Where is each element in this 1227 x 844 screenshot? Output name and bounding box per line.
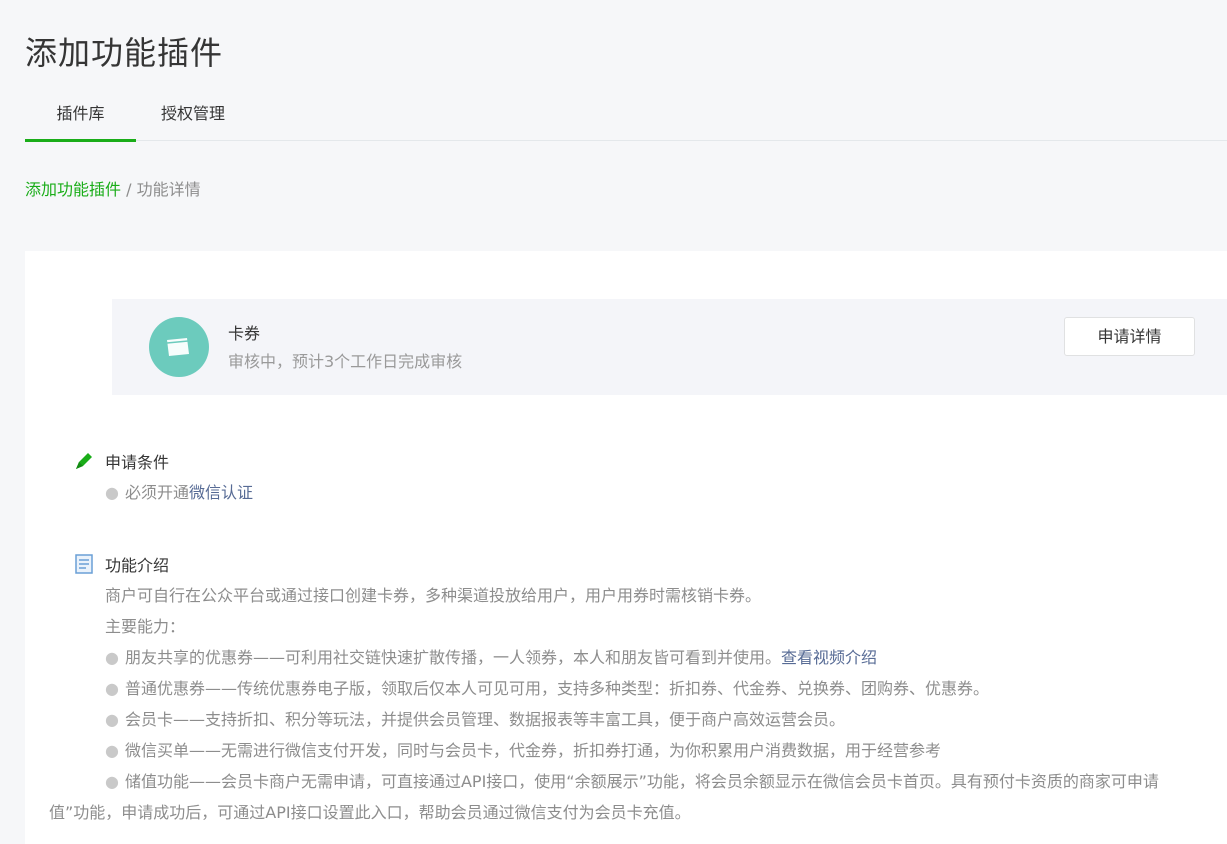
capabilities-label: 主要能力： [105,617,186,636]
conditions-title: 申请条件 [105,453,170,472]
plugin-status: 审核中，预计3个工作日完成审核 [228,352,463,371]
list-item-text: 朋友共享的优惠券——可利用社交链快速扩散传播，一人领券，本人和朋友皆可看到并使用… [124,648,781,667]
card-icon [149,317,209,377]
list-item-text: 会员卡——支持折扣、积分等玩法，并提供会员管理、数据报表等丰富工具，便于商户高效… [124,710,845,729]
bullet: ● [105,741,119,760]
condition-item: ● 必须开通微信认证 [73,477,253,508]
document-icon [73,553,95,575]
tab-bar: 插件库 授权管理 [25,92,1227,142]
list-item: ● 会员卡——支持折扣、积分等玩法，并提供会员管理、数据报表等丰富工具，便于商户高… [73,704,1159,735]
list-item: ● 储值功能——会员卡商户无需申请，可直接通过API接口，使用“余额展示”功能，将… [73,766,1159,797]
list-item-text: 储值功能——会员卡商户无需申请，可直接通过API接口，使用“余额展示”功能，将会… [124,772,1159,791]
bullet: ● [105,679,119,698]
breadcrumb: 添加功能插件 / 功能详情 [25,176,201,200]
tab-plugin-library[interactable]: 插件库 [25,92,136,142]
plugin-card: 卡券 审核中，预计3个工作日完成审核 申请详情 [112,299,1227,395]
list-item-text: 普通优惠券——传统优惠券电子版，领取后仅本人可见可用，支持多种类型：折扣券、代金… [124,679,989,698]
bullet: ● [105,772,119,791]
plugin-name: 卡券 [228,324,261,343]
breadcrumb-current: 功能详情 [136,180,201,199]
list-item: ● 微信买单——无需进行微信支付开发，同时与会员卡，代金券，折扣券打通，为你积累用… [73,735,1159,766]
list-item: ● 朋友共享的优惠券——可利用社交链快速扩散传播，一人领券，本人和朋友皆可看到并使… [73,642,1159,673]
list-item-continuation: 值”功能，申请成功后，可通过API接口设置此入口，帮助会员通过微信支付为会员卡充… [49,803,691,822]
list-item: ● 普通优惠券——传统优惠券电子版，领取后仅本人可见可用，支持多种类型：折扣券、代… [73,673,1159,704]
bullet: ● [105,483,119,502]
breadcrumb-link-add-plugin[interactable]: 添加功能插件 [25,180,121,199]
list-item-text: 微信买单——无需进行微信支付开发，同时与会员卡，代金券，折扣券打通，为你积累用户… [124,741,941,760]
bullet: ● [105,710,119,729]
intro-summary: 商户可自行在公众平台或通过接口创建卡券，多种渠道投放给用户，用户用券时需核销卡券… [105,586,762,605]
detail-panel: 卡券 审核中，预计3个工作日完成审核 申请详情 申请条件 ● 必须开通微信认证 [25,251,1227,844]
pencil-icon [73,450,95,472]
page-title: 添加功能插件 [25,34,224,72]
bullet: ● [105,648,119,667]
tab-authorization-management[interactable]: 授权管理 [136,92,250,141]
intro-section: 功能介绍 商户可自行在公众平台或通过接口创建卡券，多种渠道投放给用户，用户用券时… [49,552,1159,828]
condition-prefix: 必须开通 [124,483,189,502]
view-video-link[interactable]: 查看视频介绍 [781,648,877,667]
conditions-section: 申请条件 ● 必须开通微信认证 [73,449,253,508]
application-details-button[interactable]: 申请详情 [1064,317,1195,356]
wechat-verification-link[interactable]: 微信认证 [189,483,253,502]
intro-title: 功能介绍 [105,556,170,575]
breadcrumb-separator: / [121,180,137,199]
